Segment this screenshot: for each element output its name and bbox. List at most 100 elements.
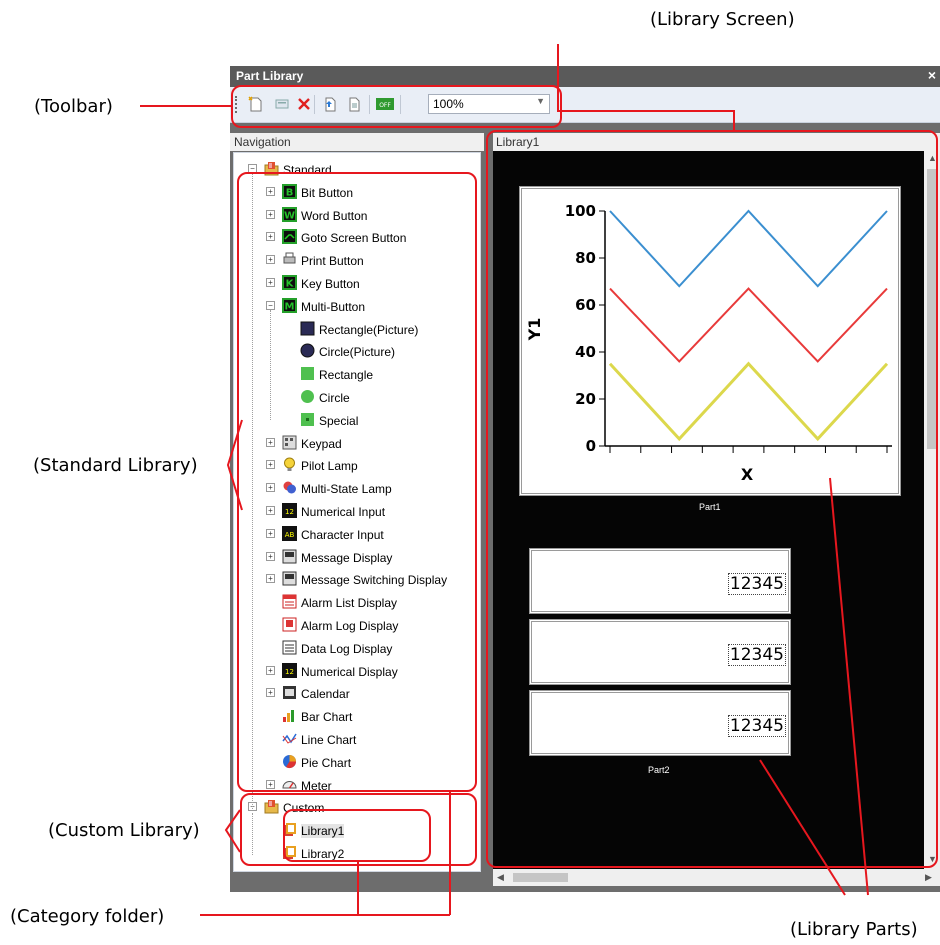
tree-item-label: Meter: [301, 778, 332, 793]
node-icon: 12: [282, 662, 297, 678]
tree-item-label: Keypad: [301, 436, 342, 451]
scroll-right-icon[interactable]: ▶: [925, 872, 932, 883]
tree-item-label: Calendar: [301, 687, 350, 702]
properties-icon[interactable]: [274, 96, 290, 112]
tree-item[interactable]: + Calendar: [234, 683, 480, 703]
node-icon: [282, 708, 297, 723]
expand-icon[interactable]: +: [266, 209, 275, 219]
tree-item[interactable]: + Meter: [234, 775, 480, 795]
tree-item[interactable]: + Pilot Lamp: [234, 455, 480, 475]
tree-item[interactable]: + Multi-State Lamp: [234, 478, 480, 498]
expand-icon[interactable]: +: [266, 551, 275, 561]
tree-item-library[interactable]: Library2: [234, 843, 480, 863]
tree-item[interactable]: Data Log Display: [234, 638, 480, 658]
node-icon: [282, 845, 297, 860]
tree-item[interactable]: + Message Display: [234, 547, 480, 567]
numeric-display-2[interactable]: 12345: [529, 619, 791, 685]
node-icon: [282, 252, 297, 267]
numeric-value: 12345: [727, 644, 786, 666]
expand-icon[interactable]: +: [266, 278, 275, 287]
tree-item[interactable]: Bar Chart: [234, 706, 480, 726]
import-icon[interactable]: [322, 96, 338, 112]
tree-item-label: Message Display: [301, 550, 393, 565]
scroll-thumb[interactable]: [927, 169, 936, 449]
tree-item[interactable]: Line Chart: [234, 729, 480, 749]
delete-icon[interactable]: [296, 96, 312, 112]
off-state-icon[interactable]: OFF: [376, 96, 394, 112]
tree-item[interactable]: + W Word Button: [234, 205, 480, 225]
expand-icon[interactable]: +: [266, 437, 275, 447]
node-icon: [282, 822, 297, 837]
numeric-value: 12345: [727, 573, 786, 595]
tree-item-label: Custom: [283, 801, 325, 816]
scroll-thumb[interactable]: [513, 873, 568, 882]
expand-icon[interactable]: +: [266, 665, 275, 675]
tree-item-standard[interactable]: − Standard: [234, 159, 480, 179]
svg-text:12: 12: [285, 668, 294, 676]
tree-item[interactable]: + Print Button: [234, 250, 480, 270]
expand-icon[interactable]: +: [266, 186, 275, 196]
tree-item-library[interactable]: Library1: [234, 820, 480, 840]
new-library-icon[interactable]: [248, 96, 264, 112]
node-icon: [282, 640, 297, 655]
tree-item[interactable]: +12 Numerical Display: [234, 661, 480, 681]
scroll-up-icon[interactable]: ▲: [928, 153, 937, 163]
scroll-down-icon[interactable]: ▼: [928, 854, 937, 864]
library-header: Library1: [493, 133, 940, 151]
line-chart: 0 20 40 60 80 100 Y1 X: [525, 202, 892, 484]
navigation-header: Navigation: [230, 133, 484, 151]
part1-line-chart[interactable]: 0 20 40 60 80 100 Y1 X: [519, 186, 901, 496]
expand-icon[interactable]: +: [266, 574, 275, 584]
numeric-display-3[interactable]: 12345: [529, 690, 791, 756]
vertical-scrollbar[interactable]: ▲ ▼: [924, 151, 940, 869]
tree-item-custom[interactable]: − Custom: [234, 797, 480, 817]
expand-icon[interactable]: +: [266, 779, 275, 789]
tree-item[interactable]: Pie Chart: [234, 752, 480, 772]
y-axis-label: Y1: [525, 318, 544, 342]
collapse-icon[interactable]: −: [266, 300, 275, 310]
node-icon: [282, 594, 297, 609]
tree-item[interactable]: + Keypad: [234, 433, 480, 453]
annotation-custom-library: (Custom Library): [48, 820, 200, 841]
node-icon: B: [282, 183, 297, 199]
expand-icon[interactable]: +: [266, 506, 275, 515]
navigation-tree[interactable]: − Standard + B Bit Button + W Word Button + Goto …: [233, 152, 481, 872]
node-icon: [300, 412, 315, 427]
series-line-2: [609, 287, 888, 363]
title-bar: Part Library ×: [230, 66, 940, 87]
node-icon: 12: [282, 503, 297, 518]
numeric-display-1[interactable]: 12345: [529, 548, 791, 614]
tree-item[interactable]: + B Bit Button: [234, 182, 480, 202]
library-screen[interactable]: 0 20 40 60 80 100 Y1 X Part1 12345 12345 1234…: [493, 151, 924, 869]
close-icon[interactable]: ×: [928, 67, 936, 83]
expand-icon[interactable]: +: [266, 255, 275, 265]
tree-item[interactable]: + AB Character Input: [234, 524, 480, 544]
tree-item-label: Goto Screen Button: [301, 231, 407, 246]
tree-item[interactable]: Alarm Log Display: [234, 615, 480, 635]
toolbar-separator: [400, 95, 401, 114]
tree-item[interactable]: +12 Numerical Input: [234, 501, 480, 521]
series-line-3: [608, 361, 889, 442]
expand-icon[interactable]: +: [266, 232, 275, 242]
zoom-dropdown[interactable]: 100% ▼: [428, 94, 550, 114]
annotation-toolbar: (Toolbar): [34, 96, 113, 117]
y-tick-label: 80: [575, 249, 596, 267]
horizontal-scrollbar[interactable]: ◀ ▶: [493, 869, 940, 886]
tree-item-label: Numerical Display: [301, 664, 398, 679]
scroll-left-icon[interactable]: ◀: [497, 872, 504, 883]
expand-icon[interactable]: +: [266, 528, 275, 538]
node-icon: [300, 343, 315, 358]
tree-item[interactable]: + Goto Screen Button: [234, 227, 480, 247]
export-icon[interactable]: [346, 96, 362, 112]
collapse-icon[interactable]: −: [248, 164, 257, 173]
node-icon: [282, 229, 297, 245]
tree-item[interactable]: Alarm List Display: [234, 592, 480, 612]
expand-icon[interactable]: +: [266, 460, 275, 470]
zoom-value: 100%: [433, 97, 464, 111]
expand-icon[interactable]: +: [266, 483, 275, 493]
tree-item-label: Rectangle: [319, 368, 374, 383]
tree-item[interactable]: + K Key Button: [234, 273, 480, 293]
tree-item[interactable]: + Message Switching Display: [234, 569, 480, 589]
expand-icon[interactable]: +: [266, 688, 275, 698]
tree-item-label: Bar Chart: [301, 710, 353, 725]
